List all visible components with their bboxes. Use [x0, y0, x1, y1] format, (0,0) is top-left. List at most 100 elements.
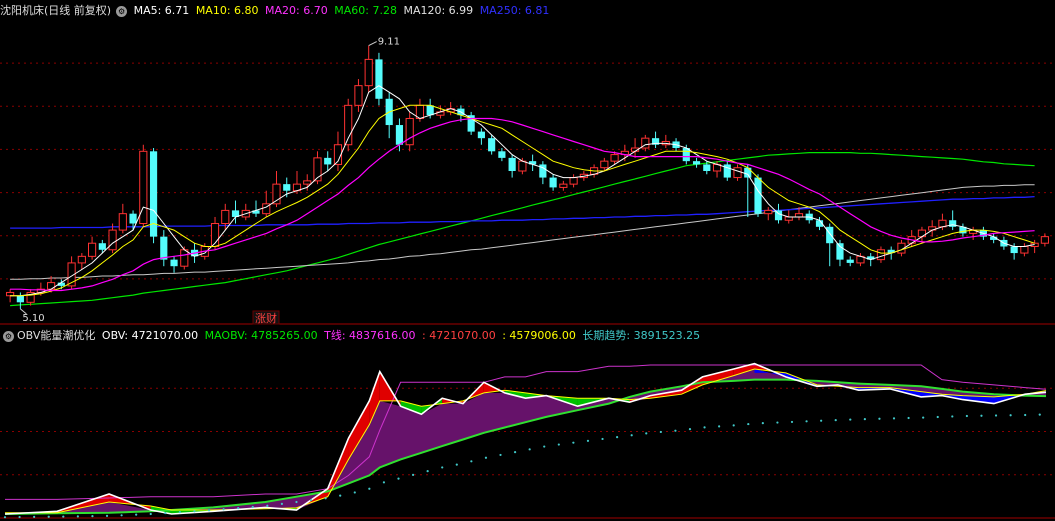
long-trend-dot [878, 417, 881, 420]
price-panel-header: 沈阳机床(日线 前复权) ⚙ MA5: 6.71 MA10: 6.80 MA20:… [0, 1, 552, 21]
settings-gear-icon[interactable]: ⚙ [3, 330, 14, 342]
long-trend-dot [674, 429, 677, 432]
obv-value: OBV: 4721070.00 [101, 329, 199, 342]
candle-down [692, 161, 701, 165]
settings-gear-icon[interactable]: ⚙ [116, 5, 128, 17]
long-trend-dot [980, 414, 983, 417]
candle-up [118, 213, 127, 231]
candle-down [549, 177, 557, 188]
long-trend-dot [339, 494, 342, 497]
candle-up [733, 167, 742, 179]
ma20-value: MA20: 6.70 [265, 4, 328, 17]
candle-down [170, 259, 178, 267]
long-trend-dot [397, 477, 400, 480]
long-trend-dot [863, 417, 866, 421]
long-trend-dot [630, 434, 633, 437]
long-trend-dot [105, 514, 109, 518]
obv-panel-header: ⚙ OBV能量潮优化 OBV: 4721070.00 MAOBV: 4785265… [0, 326, 703, 346]
candle-down [846, 259, 854, 263]
long-trend-dot [572, 441, 575, 444]
candle-down [477, 131, 485, 139]
long-trend-dot [732, 424, 735, 427]
long-trend-dot [761, 422, 764, 425]
long-trend-dot [441, 466, 444, 469]
long-trend-dot [3, 516, 7, 519]
candle-up [1020, 246, 1029, 254]
candle-up [77, 255, 86, 264]
long-trend-dot [1009, 414, 1012, 417]
candle-up [600, 160, 609, 169]
long-trend-dot [922, 416, 925, 419]
long-trend-dot [805, 420, 808, 423]
obv-purple-area [5, 369, 1046, 514]
long-trend-dot [62, 515, 65, 518]
long-trend-dot [470, 460, 473, 463]
news-badge-label: 涨财 [255, 311, 277, 325]
long-trend-dot [280, 502, 284, 505]
candle-up [559, 183, 568, 188]
long-trend-dot [237, 506, 240, 510]
long-trend-dot [18, 515, 21, 519]
candle-down [395, 125, 404, 145]
long-trend-dot [616, 435, 619, 439]
candle-up [794, 213, 804, 218]
long-trend-dot [892, 417, 896, 420]
t-line-value: T线: 4837616.00 [324, 329, 416, 342]
long-trend-dot [251, 505, 254, 509]
ma120-value: MA120: 6.99 [403, 4, 474, 17]
candle-up [876, 249, 886, 261]
candle-up [764, 209, 773, 215]
long-trend-dot [382, 481, 386, 484]
long-trend-dot [135, 513, 138, 516]
candle-up [108, 229, 117, 251]
long-trend-dot [266, 504, 269, 507]
candle-up [303, 180, 312, 185]
candle-down [129, 213, 137, 224]
candle-down [160, 236, 168, 260]
candle-up [221, 209, 230, 225]
long-trend-dot [659, 430, 662, 434]
candle-up [405, 117, 414, 146]
long-trend-dot [513, 451, 517, 454]
long-trend-dot [776, 421, 779, 424]
long-trend-dot [951, 415, 954, 418]
candle-up [1040, 236, 1049, 244]
long-trend-dot [849, 418, 852, 421]
long-trend-dot [149, 512, 152, 516]
long-trend-dot [936, 415, 939, 419]
candle-down [426, 105, 434, 116]
long-trend-dot [994, 414, 998, 417]
stock-chart-canvas: 9.11 5.10 涨财 [0, 37, 1055, 519]
candle-down [754, 177, 762, 214]
candle-up [364, 58, 373, 87]
high-price-label: 9.11 [378, 37, 400, 48]
long-trend-dot [164, 511, 167, 515]
maobv-value: MAOBV: 4785265.00 [204, 329, 318, 342]
candle-down [98, 243, 106, 250]
long-trend-dot [353, 491, 356, 494]
long-trend-dot [484, 456, 488, 459]
low-price-label: 5.10 [22, 313, 44, 324]
ma10-value: MA10: 6.80 [195, 4, 259, 17]
candle-up [569, 177, 578, 185]
long-trend-dot [455, 463, 458, 466]
long-trend-dot [324, 497, 327, 500]
long-trend-dot [91, 515, 94, 518]
long-trend-dot [965, 414, 968, 418]
long-trend-dot [368, 487, 371, 490]
long-trend-dot [543, 445, 546, 448]
long-trend-dot [703, 426, 706, 429]
long-trend-dot [820, 419, 823, 422]
candle-up [47, 282, 56, 290]
candle-up [87, 242, 97, 257]
long-trend-dot [601, 437, 604, 441]
price-panel-title[interactable]: 沈阳机床(日线 前复权) [0, 4, 111, 17]
long-trend-dot [1038, 413, 1041, 416]
candle-down [703, 164, 711, 171]
ma-line-ma10 [10, 104, 1035, 297]
long-trend-dot [528, 448, 531, 451]
obv-panel-title[interactable]: OBV能量潮优化 [17, 329, 95, 342]
long-trend-dot [790, 420, 794, 424]
candle-down [488, 138, 496, 152]
candle-up [917, 229, 927, 238]
